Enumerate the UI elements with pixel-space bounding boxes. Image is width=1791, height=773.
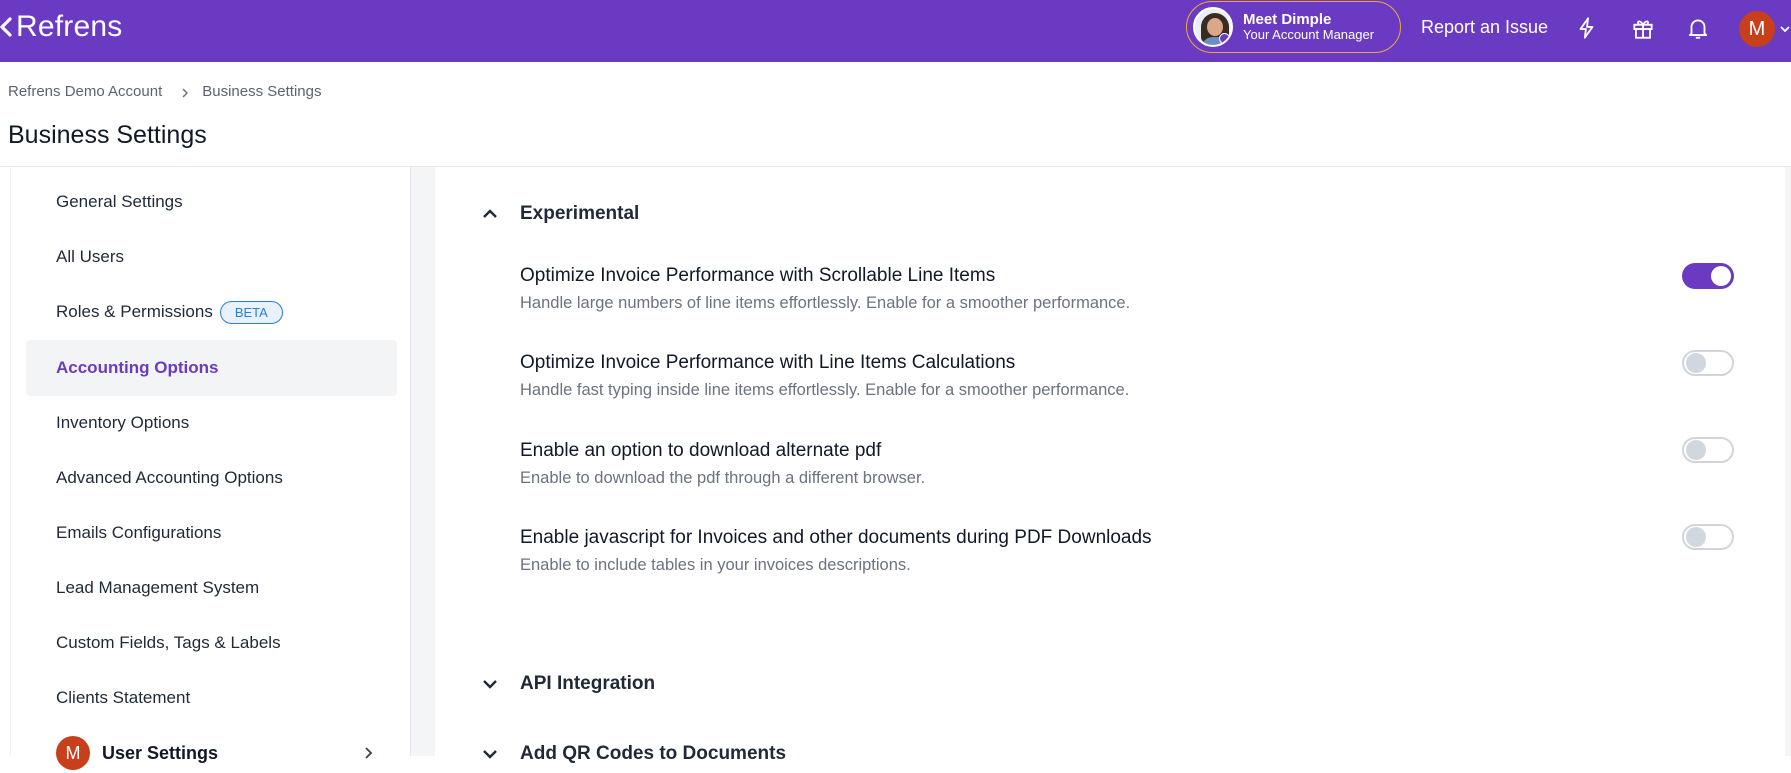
refrens-logo[interactable]: Refrens [0,10,122,44]
top-navbar: Refrens Meet Dimple Your Account Manager… [0,0,1791,62]
settings-content: Experimental Optimize Invoice Performanc… [435,167,1785,764]
sidebar-item-clients-statement[interactable]: Clients Statement [26,670,397,726]
chevron-down-icon[interactable] [1779,22,1791,36]
setting-javascript-pdf: Enable javascript for Invoices and other… [520,527,1750,575]
setting-description: Handle fast typing inside line items eff… [520,381,1130,399]
sidebar-item-emails-configurations[interactable]: Emails Configurations [26,505,397,561]
sidebar-item-inventory-options[interactable]: Inventory Options [26,395,397,451]
lightning-icon[interactable] [1574,15,1600,41]
logo-text: Refrens [16,10,123,43]
setting-title: Optimize Invoice Performance with Line I… [520,352,1016,373]
breadcrumb-root[interactable]: Refrens Demo Account [8,83,162,100]
setting-description: Enable to download the pdf through a dif… [520,469,926,487]
setting-description: Handle large numbers of line items effor… [520,294,1131,312]
setting-line-items-calculations: Optimize Invoice Performance with Line I… [520,352,1750,400]
section-experimental-title: Experimental [520,203,640,224]
sidebar-item-accounting-options[interactable]: Accounting Options [26,340,397,396]
section-api-integration-title: API Integration [520,673,656,694]
beta-badge: BETA [219,300,283,324]
content-gutter [411,167,435,756]
account-manager-name: Meet Dimple [1243,10,1332,28]
report-issue-link[interactable]: Report an Issue [1421,17,1548,38]
sidebar-item-custom-fields-tags-labels[interactable]: Custom Fields, Tags & Labels [26,615,397,671]
gift-icon[interactable] [1630,15,1656,41]
settings-sidebar: General Settings All Users Roles & Permi… [10,167,411,770]
breadcrumb: Refrens Demo Account Business Settings [8,83,321,100]
content-gutter-right [1785,167,1791,756]
chevron-up-icon [480,204,500,224]
setting-title: Optimize Invoice Performance with Scroll… [520,265,996,286]
section-qr-codes-title: Add QR Codes to Documents [520,743,787,764]
setting-title: Enable an option to download alternate p… [520,440,882,461]
sidebar-item-advanced-accounting-options[interactable]: Advanced Accounting Options [26,450,397,506]
setting-title: Enable javascript for Invoices and other… [520,527,1152,548]
setting-scrollable-line-items: Optimize Invoice Performance with Scroll… [520,265,1750,313]
user-settings-avatar: M [56,736,90,770]
page-title: Business Settings [8,121,207,149]
account-manager-avatar [1193,7,1233,47]
sidebar-item-all-users[interactable]: All Users [26,229,397,285]
logo-mark-icon [0,17,12,37]
chevron-down-icon [480,744,500,764]
chevron-right-icon [363,745,375,761]
setting-alternate-pdf: Enable an option to download alternate p… [520,440,1750,488]
toggle-alternate-pdf[interactable] [1682,437,1734,463]
chevron-down-icon [480,674,500,694]
toggle-scrollable-line-items[interactable] [1682,263,1734,289]
section-experimental-header[interactable]: Experimental [480,203,639,225]
toggle-line-items-calculations[interactable] [1682,350,1734,376]
bell-icon[interactable] [1685,15,1711,41]
sidebar-item-roles-permissions[interactable]: Roles & Permissions BETA [26,284,397,340]
section-qr-codes-header[interactable]: Add QR Codes to Documents [480,743,786,765]
toggle-javascript-pdf[interactable] [1682,524,1734,550]
user-avatar[interactable]: M [1739,11,1775,47]
sidebar-user-settings[interactable]: M User Settings [26,733,397,773]
sidebar-item-general-settings[interactable]: General Settings [26,174,397,230]
user-settings-label: User Settings [102,742,219,763]
setting-description: Enable to include tables in your invoice… [520,556,911,574]
breadcrumb-current: Business Settings [202,83,322,100]
sidebar-item-lead-management-system[interactable]: Lead Management System [26,560,397,616]
account-manager-role: Your Account Manager [1243,27,1375,43]
section-api-integration-header[interactable]: API Integration [480,673,655,695]
chevron-right-icon [180,86,190,98]
account-manager-button[interactable]: Meet Dimple Your Account Manager [1186,1,1401,53]
